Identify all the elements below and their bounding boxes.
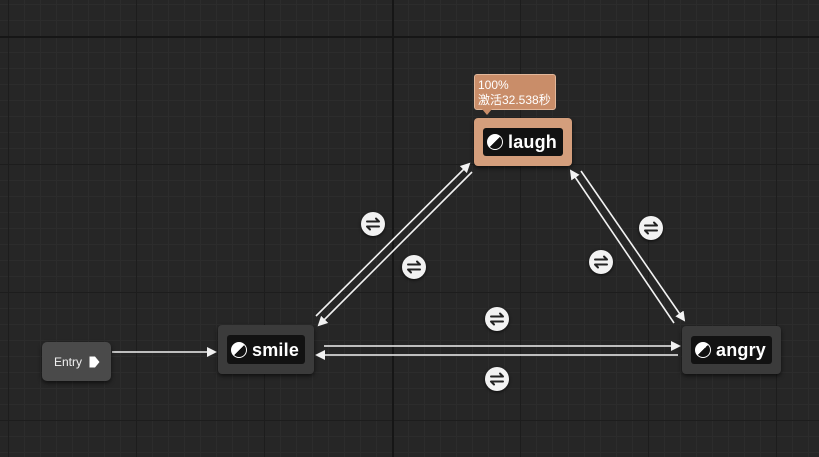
edge-angry-laugh[interactable] (569, 169, 675, 324)
state-node-angry-title: angry (691, 336, 772, 364)
state-graph-canvas[interactable]: Entry smile laugh angry 100% 激活32.538秒 (0, 0, 819, 457)
play-arrow-icon (89, 356, 100, 367)
transition-rule-icon (490, 372, 504, 386)
state-node-smile-title: smile (227, 335, 305, 364)
state-label-laugh: laugh (508, 132, 557, 152)
half-circle-icon (487, 134, 503, 150)
state-node-smile[interactable]: smile (218, 325, 314, 374)
half-circle-icon (231, 341, 247, 358)
half-circle-icon (695, 342, 711, 358)
state-node-angry[interactable]: angry (682, 326, 781, 374)
edge-laugh-smile[interactable] (317, 171, 473, 327)
transition-icon-smile-to-laugh[interactable] (361, 212, 385, 236)
transition-icon-angry-to-smile[interactable] (485, 367, 509, 391)
transition-edges (112, 162, 686, 360)
tooltip-active-time: 激活32.538秒 (478, 93, 551, 107)
transition-icon-laugh-to-smile[interactable] (402, 255, 426, 279)
tooltip-weight: 100% (478, 78, 509, 92)
transition-rule-icon (490, 312, 504, 326)
transition-icon-laugh-to-angry[interactable] (639, 216, 663, 240)
transition-rule-icon (644, 221, 658, 235)
transition-icon-smile-to-angry[interactable] (485, 307, 509, 331)
edge-laugh-angry[interactable] (580, 170, 686, 322)
state-label-smile: smile (252, 339, 300, 360)
entry-label: Entry (54, 354, 83, 369)
active-state-tooltip: 100% 激活32.538秒 (474, 74, 556, 110)
state-node-laugh[interactable]: laugh (474, 118, 572, 166)
transition-icon-angry-to-laugh[interactable] (589, 250, 613, 274)
transition-rule-icon (407, 260, 421, 274)
transition-rule-icon (366, 217, 380, 231)
state-label-angry: angry (716, 340, 767, 360)
state-node-laugh-title: laugh (483, 128, 563, 156)
entry-node[interactable]: Entry (42, 342, 111, 381)
transition-rule-icon (594, 255, 608, 269)
edge-smile-laugh[interactable] (315, 162, 471, 317)
tooltip-pointer (482, 109, 492, 115)
